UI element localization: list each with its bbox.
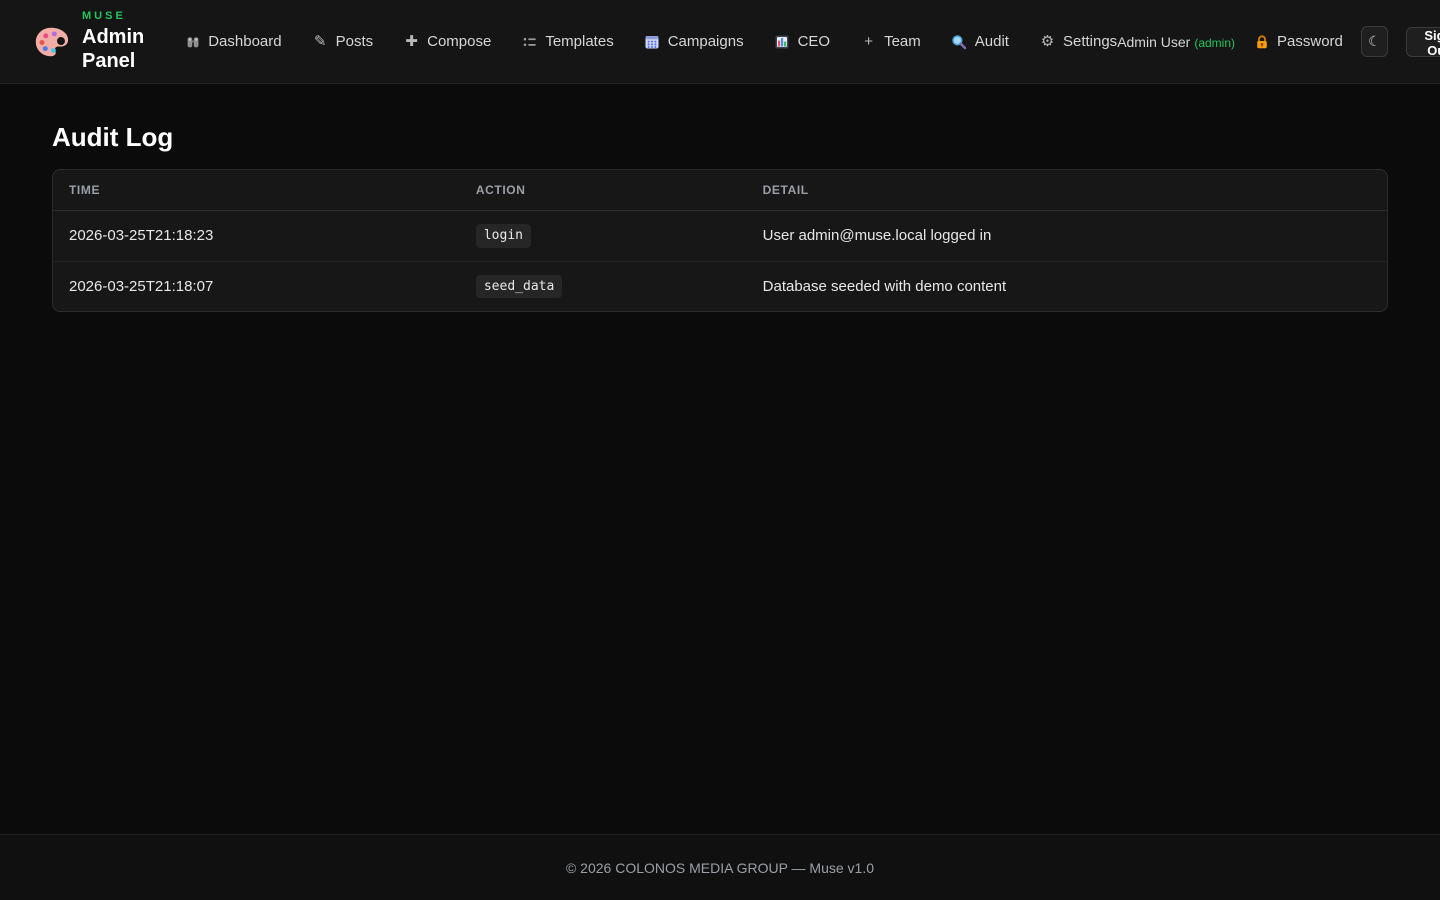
table-row: 2026-03-25T21:18:07 seed_data Database see… [53,261,1387,311]
footer-text: © 2026 COLONOS MEDIA GROUP — Muse v1.0 [566,860,874,876]
nav-item-posts[interactable]: ✎ Posts [312,33,374,50]
nav-item-dashboard[interactable]: Dashboard [184,33,281,50]
nav-item-compose[interactable]: ✚ Compose [403,33,491,50]
lock-icon [1253,33,1270,50]
plus-thin-icon: + [860,33,877,50]
dashboard-icon [184,33,201,50]
user-chip: Admin User (admin) [1117,34,1235,50]
cell-action: seed_data [460,261,747,311]
nav-item-campaigns[interactable]: Campaigns [644,33,744,50]
nav-item-audit[interactable]: Audit [951,33,1009,50]
cell-action: login [460,211,747,262]
plus-icon: ✚ [403,33,420,50]
nav-item-label: Compose [427,33,491,50]
nav-item-label: CEO [798,33,831,50]
column-header-time: TIME [53,170,460,211]
action-badge: seed_data [476,275,562,299]
nav-item-label: Posts [336,33,374,50]
nav-item-label: Settings [1063,33,1117,50]
magnifier-icon [951,33,968,50]
list-icon [521,33,538,50]
sign-out-button[interactable]: Sign Out [1406,27,1440,57]
bar-chart-icon [774,33,791,50]
top-header: MUSE Admin Panel Dashboard ✎ Posts ✚ Com… [0,0,1440,84]
page-title: Audit Log [52,122,1388,153]
table-row: 2026-03-25T21:18:23 login User admin@muse.… [53,211,1387,262]
header-right: Admin User (admin) Password ☾ Sign Out [1117,26,1440,57]
theme-toggle-button[interactable]: ☾ [1361,26,1388,57]
cell-time: 2026-03-25T21:18:23 [53,211,460,262]
calendar-icon [644,33,661,50]
brand-title: Admin Panel [82,25,148,73]
password-link[interactable]: Password [1253,33,1343,50]
nav-item-settings[interactable]: ⚙ Settings [1039,33,1117,50]
brand-kicker: MUSE [82,10,148,23]
nav-item-label: Dashboard [208,33,281,50]
cell-detail: Database seeded with demo content [747,261,1387,311]
nav-item-label: Team [884,33,921,50]
page-footer: © 2026 COLONOS MEDIA GROUP — Muse v1.0 [0,834,1440,900]
nav-item-label: Templates [545,33,613,50]
nav-item-team[interactable]: + Team [860,33,921,50]
cell-detail: User admin@muse.local logged in [747,211,1387,262]
main-content: Audit Log TIMEACTIONDETAIL 2026-03-25T21… [0,84,1440,834]
nav-item-label: Audit [975,33,1009,50]
palette-icon [32,21,70,63]
moon-icon: ☾ [1368,33,1381,50]
table-header-row: TIMEACTIONDETAIL [53,170,1387,211]
column-header-detail: DETAIL [747,170,1387,211]
user-role: (admin) [1194,36,1235,50]
gear-icon: ⚙ [1039,33,1056,50]
action-badge: login [476,224,531,248]
main-nav: Dashboard ✎ Posts ✚ Compose Templates Ca… [184,33,1117,50]
nav-item-label: Campaigns [668,33,744,50]
nav-item-ceo[interactable]: CEO [774,33,831,50]
brand: MUSE Admin Panel [32,10,148,73]
audit-log-card: TIMEACTIONDETAIL 2026-03-25T21:18:23 logi… [52,169,1388,312]
user-name: Admin User [1117,34,1190,50]
nav-item-templates[interactable]: Templates [521,33,613,50]
column-header-action: ACTION [460,170,747,211]
audit-log-table: TIMEACTIONDETAIL 2026-03-25T21:18:23 logi… [53,170,1387,311]
password-label: Password [1277,33,1343,50]
cell-time: 2026-03-25T21:18:07 [53,261,460,311]
pencil-icon: ✎ [312,33,329,50]
